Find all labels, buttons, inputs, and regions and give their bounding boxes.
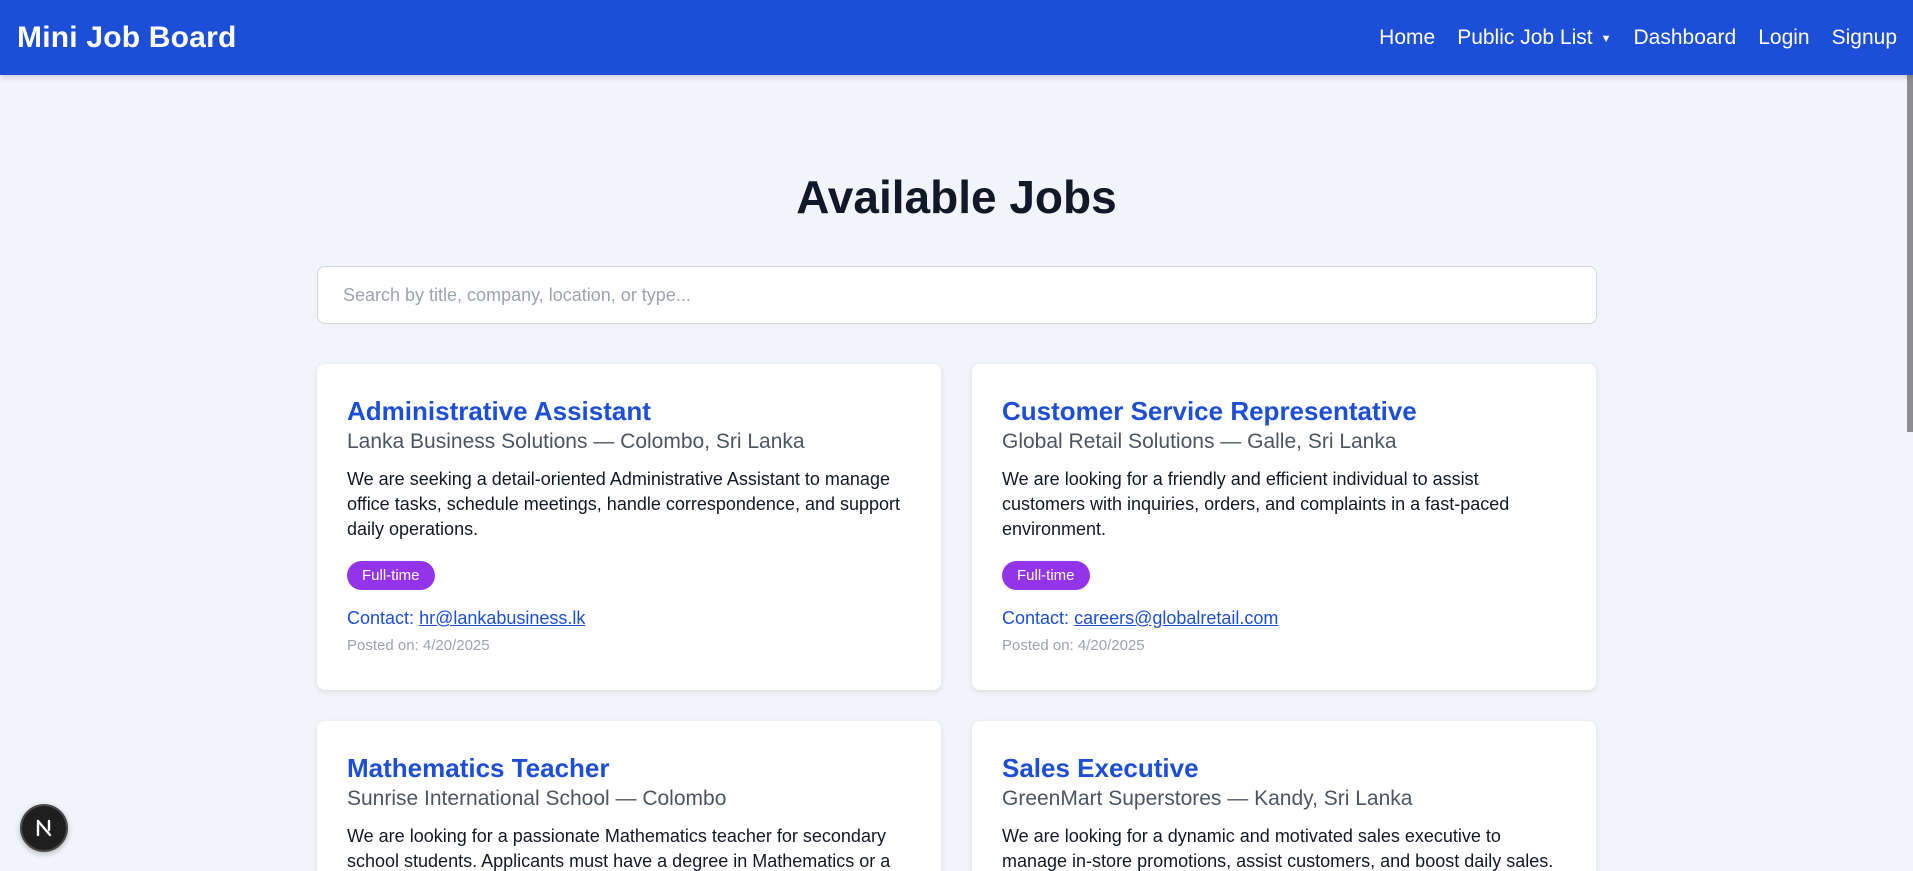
job-description: We are looking for a friendly and effici…	[1002, 469, 1510, 539]
job-title[interactable]: Mathematics Teacher	[347, 753, 911, 783]
job-description: We are looking for a dynamic and motivat…	[1002, 826, 1554, 871]
job-description: We are looking for a passionate Mathemat…	[347, 826, 891, 871]
job-company-location: Lanka Business Solutions — Colombo, Sri …	[347, 430, 805, 453]
brand-logo-text[interactable]: Mini Job Board	[17, 21, 236, 55]
job-search-input[interactable]	[317, 266, 1597, 324]
contact-email-link[interactable]: hr@lankabusiness.lk	[419, 608, 585, 628]
contact-label: Contact:	[1002, 608, 1070, 628]
job-card: Administrative Assistant Lanka Business …	[317, 364, 941, 690]
caret-down-icon: ▼	[1600, 32, 1612, 45]
job-card: Mathematics Teacher Sunrise Internationa…	[317, 721, 941, 871]
nav-link-signup[interactable]: Signup	[1832, 26, 1897, 50]
job-posted-date: Posted on: 4/20/2025	[347, 637, 490, 654]
job-contact: Contact: careers@globalretail.com	[1002, 606, 1566, 630]
job-title[interactable]: Customer Service Representative	[1002, 396, 1566, 426]
job-company-location: GreenMart Superstores — Kandy, Sri Lanka	[1002, 787, 1413, 810]
nav-links: Home Public Job List ▼ Dashboard Login S…	[1379, 26, 1897, 50]
page-title: Available Jobs	[796, 171, 1117, 223]
top-navbar: Mini Job Board Home Public Job List ▼ Da…	[0, 0, 1913, 75]
job-title[interactable]: Sales Executive	[1002, 753, 1566, 783]
nav-link-public-job-list-label: Public Job List	[1457, 25, 1593, 49]
job-description: We are seeking a detail-oriented Adminis…	[347, 469, 901, 539]
job-card: Customer Service Representative Global R…	[972, 364, 1596, 690]
nav-link-home[interactable]: Home	[1379, 26, 1435, 50]
nav-dropdown-public-job-list[interactable]: Public Job List ▼	[1457, 26, 1611, 50]
job-title[interactable]: Administrative Assistant	[347, 396, 911, 426]
contact-email-link[interactable]: careers@globalretail.com	[1074, 608, 1278, 628]
job-type-badge: Full-time	[347, 561, 435, 590]
job-posted-date: Posted on: 4/20/2025	[1002, 637, 1145, 654]
nav-link-login[interactable]: Login	[1758, 26, 1809, 50]
contact-label: Contact:	[347, 608, 415, 628]
nav-link-dashboard[interactable]: Dashboard	[1633, 26, 1736, 50]
nextjs-logo-icon[interactable]	[20, 804, 68, 852]
nextjs-n-glyph	[36, 819, 52, 837]
job-company-location: Sunrise International School — Colombo	[347, 787, 727, 810]
job-type-badge: Full-time	[1002, 561, 1090, 590]
job-card: Sales Executive GreenMart Superstores — …	[972, 721, 1596, 871]
job-contact: Contact: hr@lankabusiness.lk	[347, 606, 911, 630]
job-company-location: Global Retail Solutions — Galle, Sri Lan…	[1002, 430, 1397, 453]
